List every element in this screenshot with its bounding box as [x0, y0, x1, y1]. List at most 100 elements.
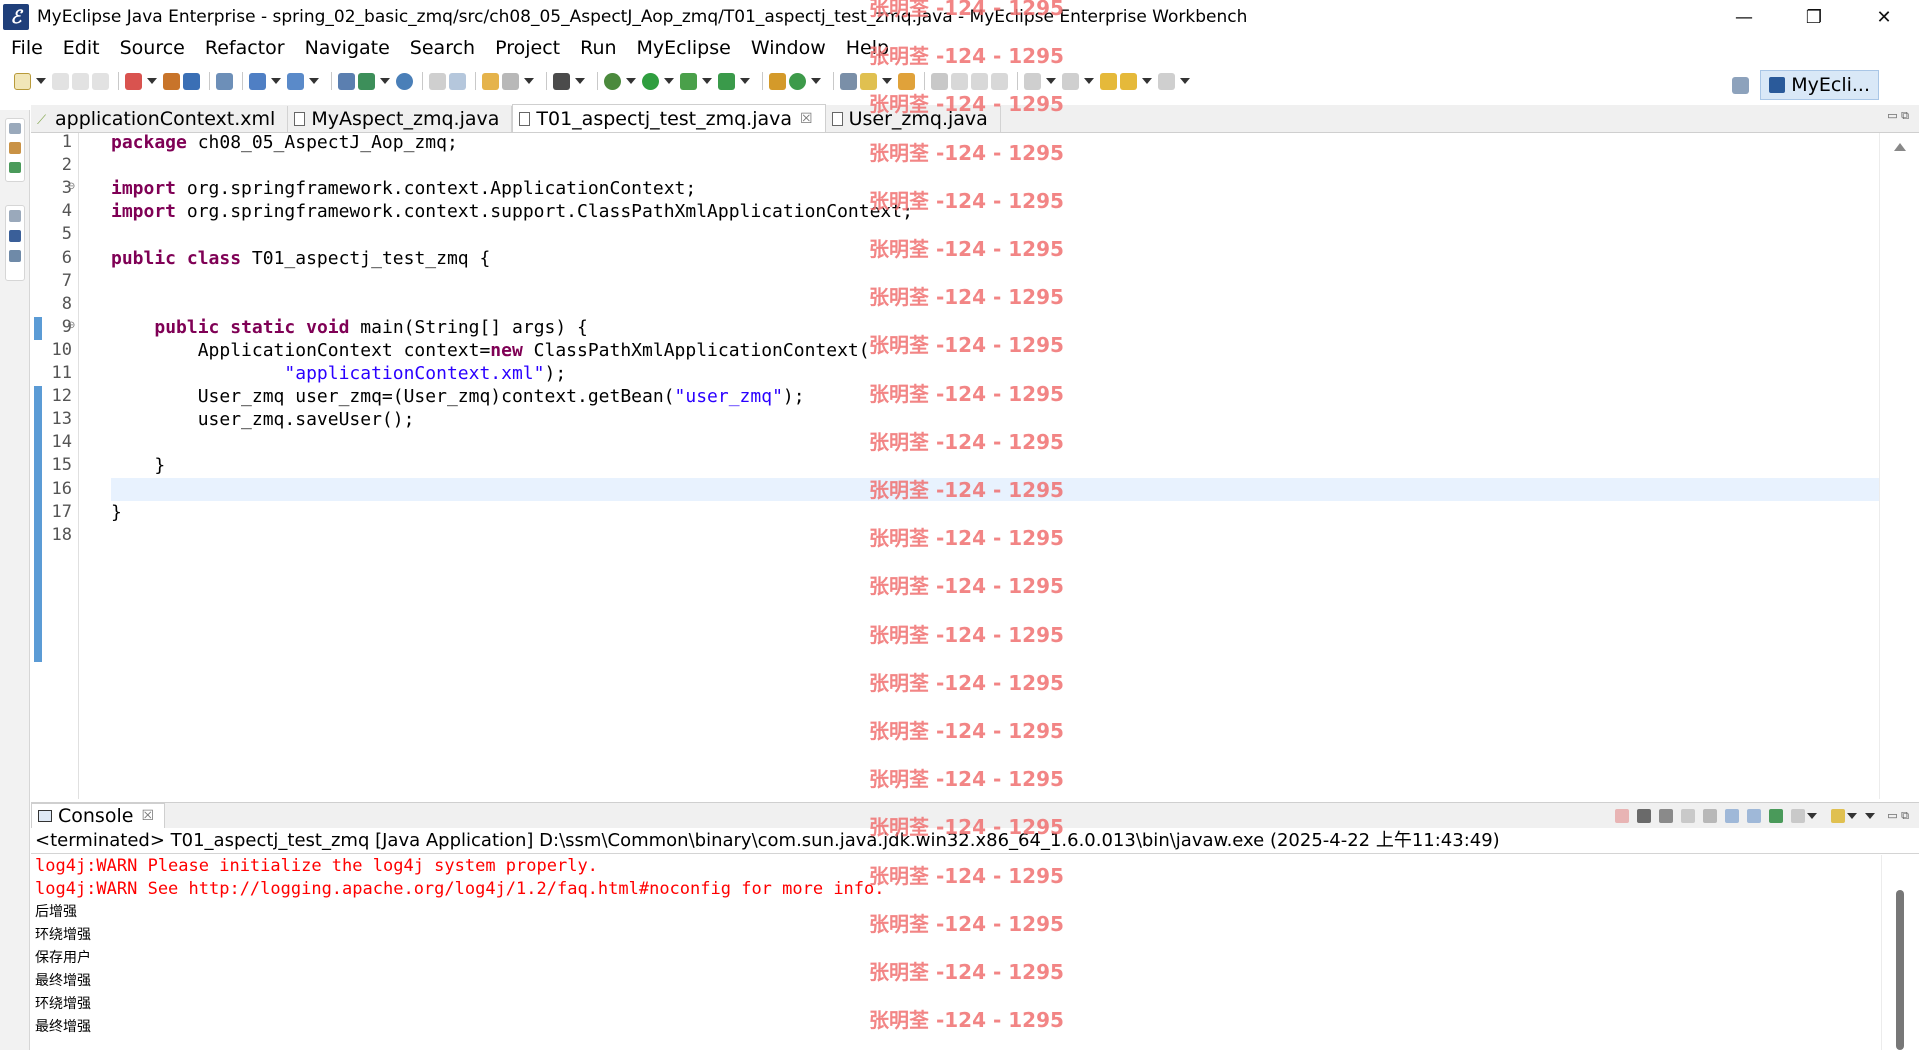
run-config-dropdown-icon[interactable] [702, 78, 712, 84]
coverage-icon[interactable] [718, 72, 735, 90]
console-vertical-scrollbar[interactable] [1881, 855, 1919, 1050]
globe-icon[interactable] [396, 72, 413, 90]
folder-icon[interactable] [898, 72, 915, 90]
servers-icon[interactable] [9, 230, 21, 242]
forward-icon[interactable] [449, 72, 466, 90]
next-annotation-dropdown-icon[interactable] [1046, 78, 1056, 84]
menu-run[interactable]: Run [573, 37, 629, 59]
db-dropdown-icon[interactable] [524, 78, 534, 84]
open-console-icon[interactable] [1831, 809, 1846, 823]
menu-navigate[interactable]: Navigate [298, 37, 403, 59]
close-icon[interactable]: ☒ [141, 808, 154, 824]
screen-dropdown-icon[interactable] [575, 78, 585, 84]
view-menu-icon[interactable] [1865, 813, 1876, 819]
console-scroll-thumb[interactable] [1896, 890, 1904, 1050]
console-tab[interactable]: Console ☒ [31, 802, 165, 829]
display-console-icon[interactable] [1791, 809, 1806, 823]
open-perspective-icon[interactable] [1732, 76, 1750, 94]
terminate-icon[interactable] [1615, 809, 1630, 823]
resource-dropdown-icon[interactable] [380, 78, 390, 84]
editor-minmax-icon[interactable]: ▭ ⧉ [1887, 109, 1909, 123]
web-icon[interactable] [249, 72, 266, 90]
debug-dropdown-icon[interactable] [626, 78, 636, 84]
scroll-up-icon[interactable] [1893, 143, 1906, 151]
menu-refactor[interactable]: Refactor [198, 37, 298, 59]
remove-launch-icon[interactable] [1637, 809, 1652, 823]
restore-view-icon[interactable] [9, 123, 21, 135]
scroll-lock-icon[interactable] [1703, 809, 1718, 823]
nav-back-dropdown-icon[interactable] [1142, 78, 1152, 84]
screen-icon[interactable] [553, 72, 570, 90]
save-all-icon[interactable] [72, 72, 89, 90]
menu-edit[interactable]: Edit [56, 37, 113, 59]
last-edit-icon[interactable] [1100, 72, 1117, 90]
minimize-button[interactable]: — [1709, 0, 1779, 34]
run-icon[interactable] [642, 72, 659, 90]
myeclipse-perspective-button[interactable]: MyEcli... [1760, 70, 1879, 100]
menu-myeclipse[interactable]: MyEclipse [630, 37, 744, 59]
web-dropdown-icon[interactable] [271, 78, 281, 84]
external-tools-icon[interactable] [482, 72, 499, 90]
new-wizard-icon[interactable] [125, 72, 142, 90]
pin-console-icon[interactable] [1769, 809, 1784, 823]
save-icon[interactable] [52, 72, 69, 90]
close-icon[interactable]: ☒ [800, 111, 813, 127]
remove-all-icon[interactable] [1659, 809, 1674, 823]
editor-tab-3[interactable]: T01_aspectj_test_zmq.java ☒ [512, 104, 826, 132]
deploy-icon[interactable] [183, 72, 200, 90]
package-explorer-icon[interactable] [9, 142, 21, 154]
annotation-icon[interactable] [931, 72, 948, 90]
menu-file[interactable]: File [4, 37, 56, 59]
nav-forward-icon[interactable] [1158, 72, 1175, 90]
run-dropdown-icon[interactable] [664, 78, 674, 84]
open-type-icon[interactable] [338, 72, 355, 90]
coverage-dropdown-icon[interactable] [740, 78, 750, 84]
hierarchy-icon[interactable] [9, 161, 21, 173]
new-java-project-icon[interactable] [769, 72, 786, 90]
menu-project[interactable]: Project [488, 37, 573, 59]
debug-icon[interactable] [604, 72, 621, 90]
pen-dropdown-icon[interactable] [882, 78, 892, 84]
menu-search[interactable]: Search [403, 37, 488, 59]
next-annotation-icon[interactable] [1024, 72, 1041, 90]
wizard-dropdown-icon[interactable] [147, 78, 157, 84]
console-minmax-icon[interactable]: ▭ ⧉ [1887, 809, 1909, 823]
package-icon[interactable] [163, 72, 180, 90]
outline-icon[interactable] [9, 250, 21, 262]
clear-console-icon[interactable] [1681, 809, 1696, 823]
open-resource-icon[interactable] [358, 72, 375, 90]
print-icon[interactable] [92, 72, 109, 90]
editor-vertical-scrollbar[interactable] [1879, 133, 1919, 799]
show-whitespace-icon[interactable] [991, 72, 1008, 90]
code-line[interactable]: } [111, 501, 1879, 524]
server-icon[interactable] [216, 72, 233, 90]
editor-tab-1[interactable]: ⟋ applicationContext.xml [31, 106, 289, 132]
class-dropdown-icon[interactable] [811, 78, 821, 84]
pen-icon[interactable] [860, 72, 877, 90]
new-class-icon[interactable] [789, 72, 806, 90]
editor-tab-2[interactable]: MyAspect_zmq.java [288, 106, 513, 132]
menu-window[interactable]: Window [744, 37, 839, 59]
menu-source[interactable]: Source [113, 37, 198, 59]
word-wrap-icon[interactable] [1725, 809, 1740, 823]
show-on-output-icon[interactable] [1747, 809, 1762, 823]
open-perspective-icon[interactable] [840, 72, 857, 90]
run-config-icon[interactable] [680, 72, 697, 90]
maximize-button[interactable]: ❐ [1779, 0, 1849, 34]
prev-annotation-icon[interactable] [1062, 72, 1079, 90]
new-dropdown-icon[interactable] [36, 78, 46, 84]
restore-view-icon[interactable] [9, 210, 21, 222]
back-icon[interactable] [429, 72, 446, 90]
nav-back-icon[interactable] [1120, 72, 1137, 90]
close-button[interactable]: ✕ [1849, 0, 1919, 34]
display-console-dropdown-icon[interactable] [1807, 813, 1818, 819]
toggle-mark-icon[interactable] [951, 72, 968, 90]
open-console-dropdown-icon[interactable] [1847, 813, 1858, 819]
new-icon[interactable] [14, 72, 31, 90]
block-select-icon[interactable] [971, 72, 988, 90]
fold-toggle-icon[interactable]: ⊖ [67, 320, 75, 331]
prev-annotation-dropdown-icon[interactable] [1084, 78, 1094, 84]
browse-dropdown-icon[interactable] [309, 78, 319, 84]
fold-toggle-icon[interactable]: ⊖ [67, 181, 75, 192]
db-icon[interactable] [502, 72, 519, 90]
